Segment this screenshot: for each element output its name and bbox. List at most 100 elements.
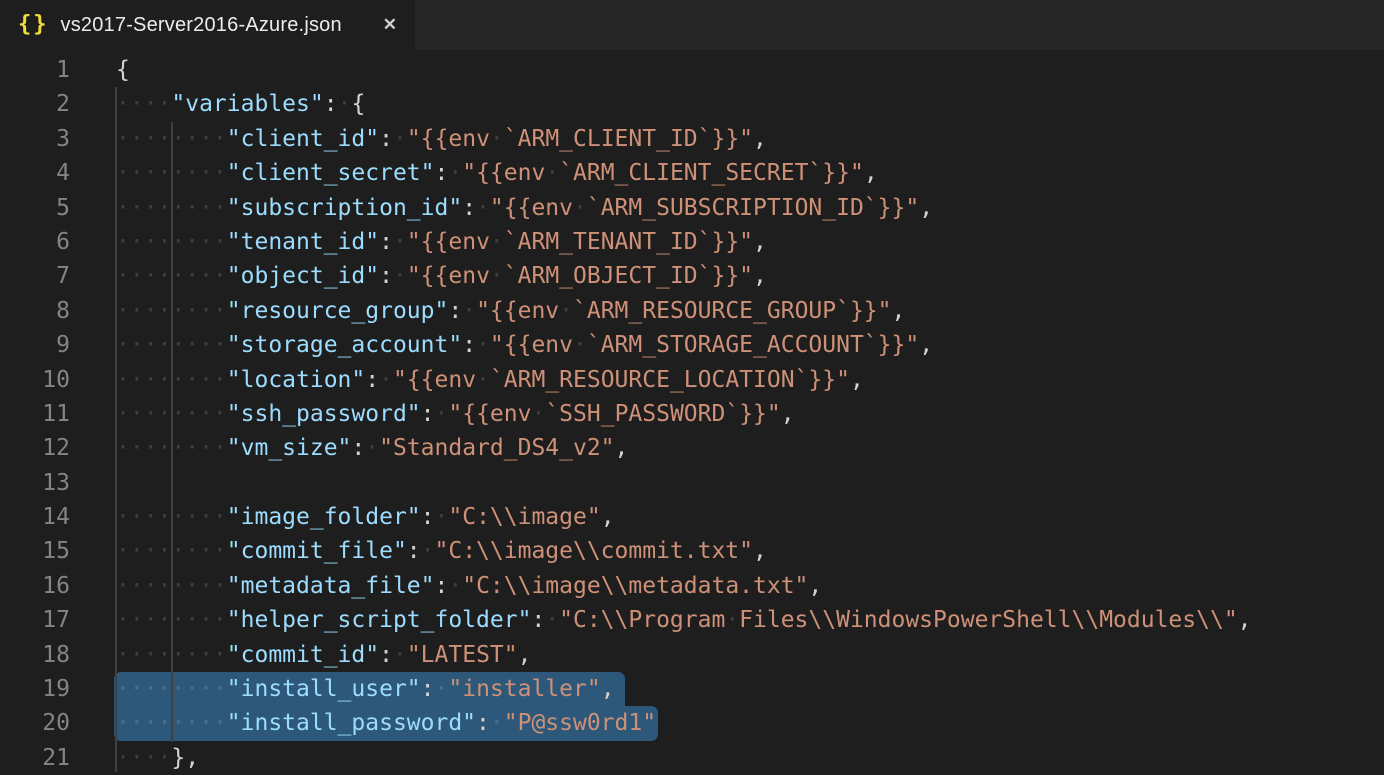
code-line[interactable]: 13 [0,466,1384,500]
code-line[interactable]: 4 ········"client_secret":·"{{env·`ARM_CL… [0,156,1384,190]
code-line[interactable]: 10 ········"location":·"{{env·`ARM_RESOUR… [0,363,1384,397]
code-token: "{{env [490,195,573,221]
code-line-text: ········"helper_script_folder":·"C:\\Pro… [116,603,1252,637]
line-number[interactable]: 6 [0,225,70,259]
code-token: , [601,676,615,702]
code-token: { [116,57,130,83]
whitespace-dots: · [435,504,449,530]
code-token: "C:\\image" [448,504,600,530]
tab-close-icon[interactable]: ✕ [379,13,401,37]
code-line-text: ········"client_secret":·"{{env·`ARM_CLI… [116,156,878,190]
code-token: "{{env [448,401,531,427]
code-line-text: ········"location":·"{{env·`ARM_RESOURCE… [116,363,864,397]
whitespace-dots: · [448,160,462,186]
whitespace-dots: · [573,195,587,221]
code-line[interactable]: 5········"subscription_id":·"{{env·`ARM_… [0,191,1384,225]
line-number[interactable]: 11 [0,397,70,431]
code-token: "{{env [462,160,545,186]
line-number[interactable]: 12 [0,431,70,465]
code-line[interactable]: 9········"storage_account":·"{{env·`ARM_… [0,328,1384,362]
code-line[interactable]: 14········"image_folder":·"C:\\image", [0,500,1384,534]
editor[interactable]: 1{2····"variables":·{3········"client_id… [0,50,1384,772]
json-file-icon: {} [18,14,49,36]
line-number[interactable]: 17 [0,603,70,637]
indent-guide [115,87,117,772]
code-token: : [351,435,365,461]
code-token: "storage_account" [227,332,462,358]
code-token: , [615,435,629,461]
code-token: : [379,642,393,668]
line-number[interactable]: 4 [0,156,70,190]
whitespace-dots: · [476,332,490,358]
code-line[interactable]: 8········"resource_group":·"{{env·`ARM_R… [0,294,1384,328]
line-number[interactable]: 16 [0,569,70,603]
code-token: , [518,642,532,668]
code-token: , [808,573,822,599]
whitespace-dots: · [573,332,587,358]
code-line-text: ········"ssh_password":·"{{env·`SSH_PASS… [116,397,795,431]
code-line[interactable]: 19········"install_user":·"installer", [0,672,1384,706]
whitespace-dots: · [490,126,504,152]
code-token: , [864,160,878,186]
code-line[interactable]: 20········"install_password":·"P@ssw0rd1… [0,706,1384,740]
code-line[interactable]: 15········"commit_file":·"C:\\image\\com… [0,534,1384,568]
code-area[interactable]: 1{2····"variables":·{3········"client_id… [0,53,1384,775]
code-line[interactable]: 2····"variables":·{ [0,87,1384,121]
code-token: : [379,263,393,289]
tab-vs2017-server2016-azure-json[interactable]: {} vs2017-Server2016-Azure.json ✕ [0,0,415,50]
whitespace-dots: · [435,676,449,702]
line-number[interactable]: 15 [0,534,70,568]
code-line[interactable]: 12········"vm_size":·"Standard_DS4_v2", [0,431,1384,465]
line-number[interactable]: 1 [0,53,70,87]
code-token: : [421,504,435,530]
code-token: "{{env [407,229,490,255]
line-number[interactable]: 7 [0,259,70,293]
code-token: "vm_size" [227,435,352,461]
code-line[interactable]: 7········"object_id":·"{{env·`ARM_OBJECT… [0,259,1384,293]
code-token: `ARM_STORAGE_ACCOUNT`}}" [587,332,919,358]
code-token: "location" [227,367,365,393]
code-token: , [601,504,615,530]
code-token: "commit_id" [227,642,379,668]
code-line[interactable]: 3········"client_id":·"{{env·`ARM_CLIENT… [0,122,1384,156]
whitespace-dots: · [365,435,379,461]
line-number[interactable]: 20 [0,706,70,740]
code-token: , [753,126,767,152]
line-number[interactable]: 3 [0,122,70,156]
line-number[interactable]: 9 [0,328,70,362]
code-line[interactable]: 18········"commit_id":·"LATEST", [0,638,1384,672]
code-line-text: ········"storage_account":·"{{env·`ARM_S… [116,328,933,362]
code-line[interactable]: 16········"metadata_file":·"C:\\image\\m… [0,569,1384,603]
whitespace-dots: · [393,229,407,255]
line-number[interactable]: 5 [0,191,70,225]
code-line[interactable]: 11 ········"ssh_password":·"{{env·`SSH_PA… [0,397,1384,431]
line-number[interactable]: 14 [0,500,70,534]
code-token: `SSH_PASSWORD`}}" [545,401,780,427]
code-token: , [753,263,767,289]
whitespace-dots: · [531,401,545,427]
code-token: "tenant_id" [227,229,379,255]
code-token: : [448,298,462,324]
code-token: "metadata_file" [227,573,435,599]
code-token: , [781,401,795,427]
line-number[interactable]: 10 [0,363,70,397]
whitespace-dots: · [462,298,476,324]
code-token: "{{env [407,263,490,289]
line-number[interactable]: 19 [0,672,70,706]
code-token: `ARM_CLIENT_SECRET`}}" [559,160,864,186]
code-line[interactable]: 6········"tenant_id":·"{{env·`ARM_TENANT… [0,225,1384,259]
code-token: , [753,538,767,564]
code-line[interactable]: 17 ········"helper_script_folder":·"C:\\P… [0,603,1384,637]
line-number[interactable]: 8 [0,294,70,328]
line-number[interactable]: 18 [0,638,70,672]
code-token: , [919,332,933,358]
code-token: { [351,91,365,117]
code-token: "install_user" [227,676,421,702]
line-number[interactable]: 13 [0,466,70,500]
line-number[interactable]: 21 [0,741,70,775]
code-line[interactable]: 1{ [0,53,1384,87]
code-token: Files\\WindowsPowerShell\\Modules\\" [739,607,1238,633]
line-number[interactable]: 2 [0,87,70,121]
code-token: : [462,332,476,358]
code-line[interactable]: 21····}, [0,741,1384,775]
